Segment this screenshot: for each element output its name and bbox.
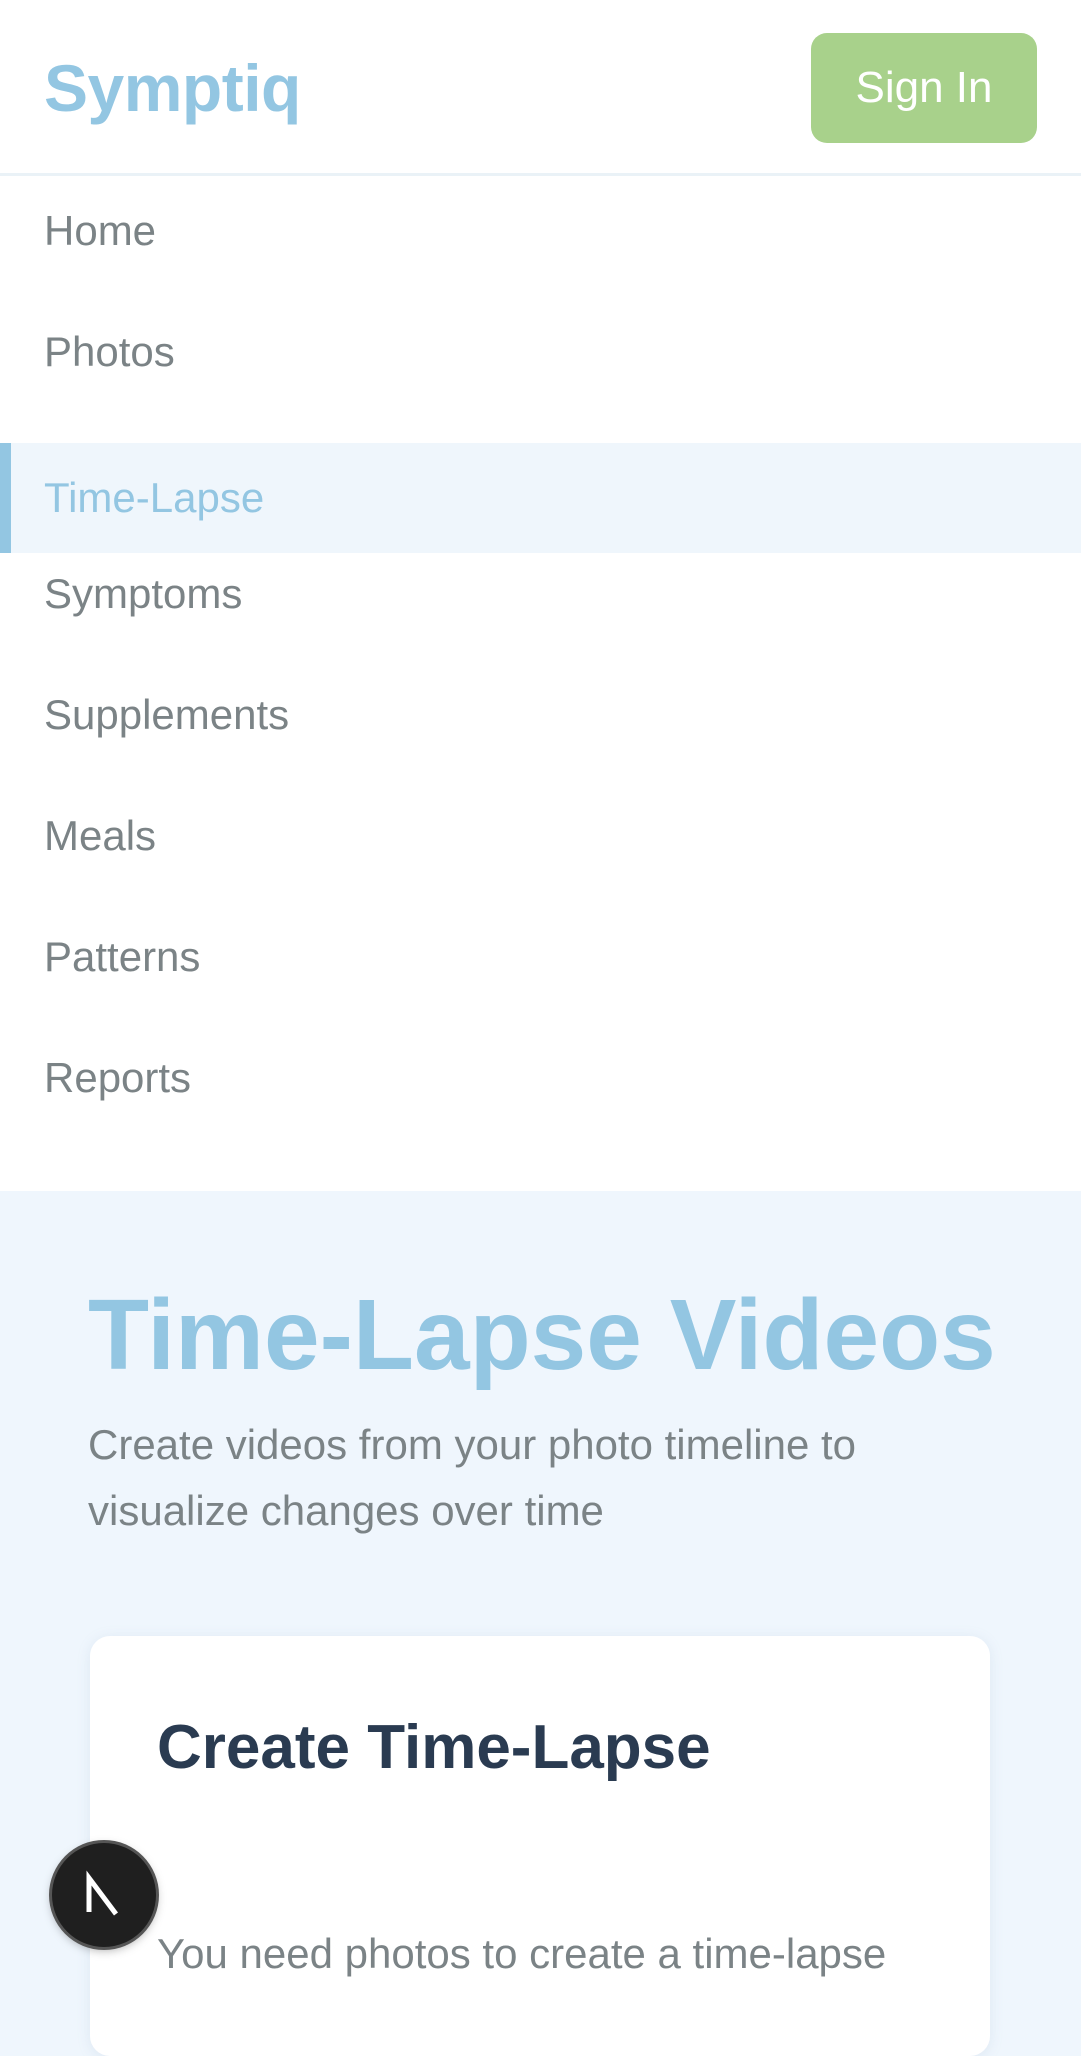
create-time-lapse-card: Create Time-Lapse You need photos to cre… <box>90 1636 990 2056</box>
nav-item-reports[interactable]: Reports <box>0 1023 1081 1133</box>
nav-item-time-lapse[interactable]: Time-Lapse <box>0 443 1081 553</box>
page-subtitle: Create videos from your photo timeline t… <box>88 1421 857 1534</box>
sign-in-button[interactable]: Sign In <box>811 33 1037 143</box>
main-nav: Home Photos Time-Lapse Symptoms Suppleme… <box>0 176 1081 1191</box>
nav-item-photos[interactable]: Photos <box>0 297 1081 407</box>
nextjs-dev-badge[interactable] <box>52 1843 156 1947</box>
nav-item-symptoms[interactable]: Symptoms <box>0 539 1081 649</box>
empty-state-message: You need photos to create a time-lapse <box>157 1930 887 1977</box>
app-header: Symptiq Sign In <box>0 0 1081 176</box>
nav-item-supplements[interactable]: Supplements <box>0 660 1081 770</box>
nav-item-patterns[interactable]: Patterns <box>0 902 1081 1012</box>
nextjs-logo-icon <box>86 1870 122 1916</box>
nav-item-home[interactable]: Home <box>0 176 1081 286</box>
page-title: Time-Lapse Videos <box>88 1279 996 1391</box>
card-title: Create Time-Lapse <box>157 1713 711 1782</box>
nav-item-meals[interactable]: Meals <box>0 781 1081 891</box>
app-logo[interactable]: Symptiq <box>44 48 301 128</box>
